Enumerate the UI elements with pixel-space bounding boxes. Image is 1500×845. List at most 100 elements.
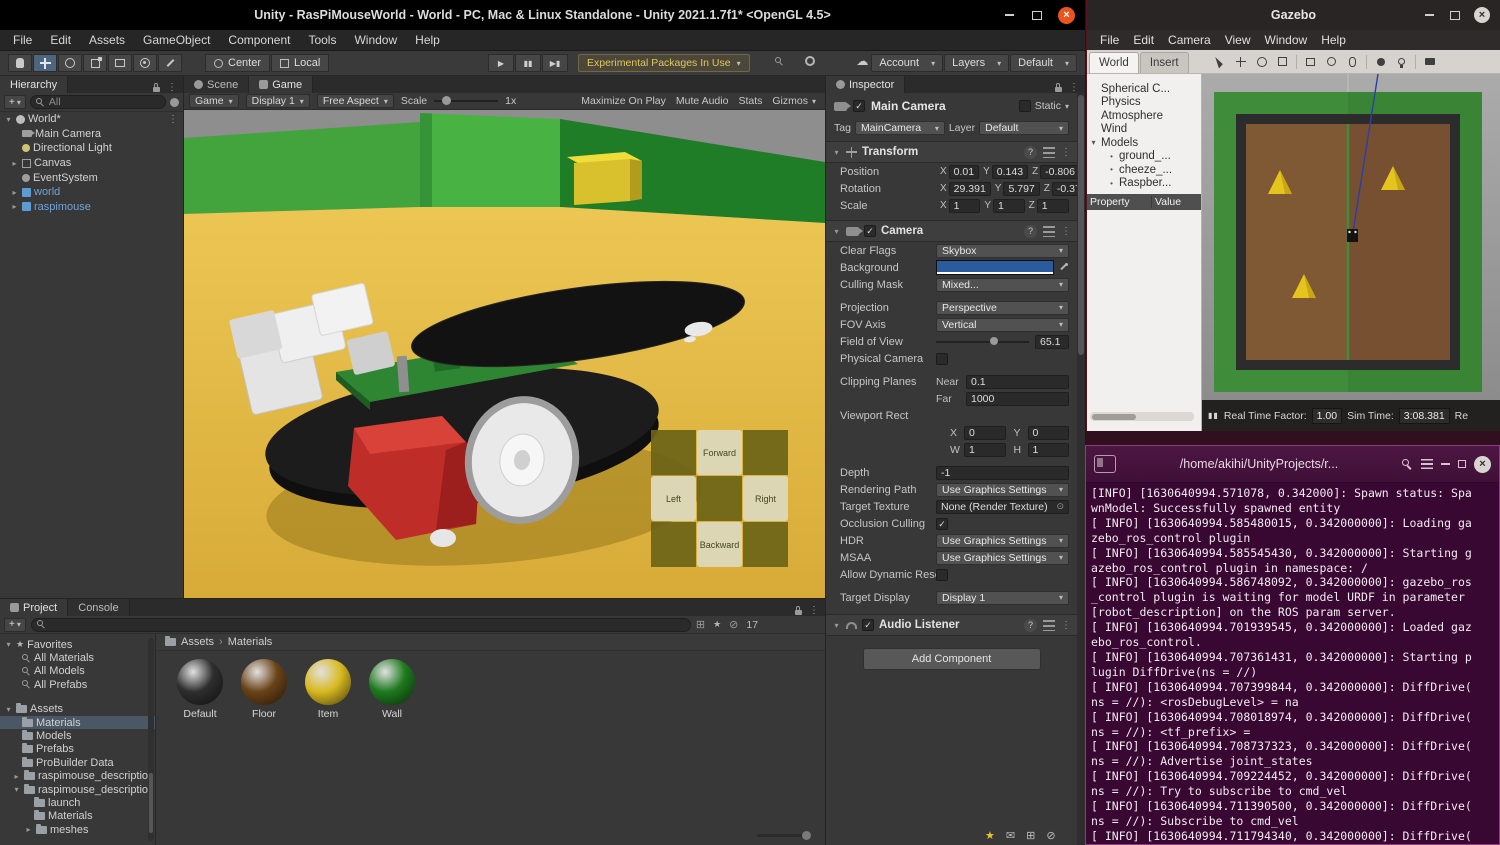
project-search-input[interactable] xyxy=(31,618,691,632)
asset-item-material[interactable]: Item xyxy=(297,659,359,720)
tree-item-physics[interactable]: Physics xyxy=(1087,96,1201,110)
hierarchy-item-eventsystem[interactable]: EventSystem xyxy=(0,170,183,185)
static-caret-icon[interactable]: ▾ xyxy=(1065,102,1069,111)
viewport-h-field[interactable]: 1 xyxy=(1028,443,1070,457)
folder-meshes[interactable]: ▸meshes xyxy=(0,823,155,836)
tree-item-atmosphere[interactable]: Atmosphere xyxy=(1087,109,1201,123)
box-shape-icon[interactable] xyxy=(1303,54,1318,69)
hierarchy-search-input[interactable]: All xyxy=(30,95,166,109)
tree-item-cheeze-maze[interactable]: •cheeze_... xyxy=(1087,163,1201,177)
rotate-tool-button[interactable] xyxy=(58,54,82,72)
enabled-checkbox[interactable]: ✓ xyxy=(853,100,865,112)
maximize-icon[interactable] xyxy=(1030,8,1044,22)
tag-dropdown[interactable]: MainCamera▾ xyxy=(855,121,945,135)
thumbnail-size-slider[interactable] xyxy=(757,834,811,837)
component-menu-icon[interactable]: ⋮ xyxy=(1061,226,1071,237)
menu-camera[interactable]: Camera xyxy=(1161,33,1218,47)
rotation-x-field[interactable]: 29.391 xyxy=(949,182,991,196)
preset-icon[interactable] xyxy=(1043,147,1055,158)
mute-audio-toggle[interactable]: Mute Audio xyxy=(676,95,729,107)
menu-component[interactable]: Component xyxy=(219,30,299,51)
favorite-all-materials[interactable]: All Materials xyxy=(0,651,155,664)
maximize-icon[interactable] xyxy=(1448,8,1462,22)
favorites-root[interactable]: ▾ ★ Favorites xyxy=(0,638,155,651)
panel-menu-icon[interactable]: ⋮ xyxy=(167,82,177,93)
menu-window[interactable]: Window xyxy=(345,30,406,51)
gazebo-titlebar[interactable]: Gazebo × xyxy=(1087,0,1500,30)
step-button[interactable]: ▶▮ xyxy=(542,54,568,72)
unity-titlebar[interactable]: Unity - RasPiMouseWorld - World - PC, Ma… xyxy=(0,0,1085,30)
select-tool-icon[interactable] xyxy=(1212,54,1227,69)
custom-tool-button[interactable] xyxy=(158,54,182,72)
tree-item-wind[interactable]: Wind xyxy=(1087,123,1201,137)
object-picker-icon[interactable]: ⊙ xyxy=(1056,501,1064,512)
alert-icon[interactable]: ★ xyxy=(985,829,995,842)
culling-mask-dropdown[interactable]: Mixed...▾ xyxy=(936,278,1069,292)
add-component-button[interactable]: Add Component xyxy=(863,648,1041,670)
tab-console[interactable]: Console xyxy=(68,599,129,616)
preset-icon[interactable] xyxy=(1043,226,1055,237)
lock-icon[interactable] xyxy=(1055,87,1062,92)
audio-enabled-checkbox[interactable]: ✓ xyxy=(862,619,874,631)
folder-launch[interactable]: launch xyxy=(0,796,155,809)
gizmos-dropdown[interactable]: Gizmos▾ xyxy=(772,95,816,107)
folder-models[interactable]: Models xyxy=(0,729,155,742)
preset-icon[interactable] xyxy=(1043,620,1055,631)
point-light-icon[interactable] xyxy=(1373,54,1388,69)
dynamic-resolution-checkbox[interactable] xyxy=(936,569,948,581)
hierarchy-item-canvas[interactable]: ▸ Canvas xyxy=(0,156,183,171)
far-clip-field[interactable]: 1000 xyxy=(966,392,1069,406)
right-button[interactable]: Right xyxy=(743,476,788,521)
display-dropdown[interactable]: Display 1▾ xyxy=(246,94,310,108)
eyedropper-icon[interactable] xyxy=(1058,262,1069,273)
message-icon[interactable]: ✉ xyxy=(1006,829,1015,842)
tab-scene[interactable]: Scene xyxy=(184,76,249,93)
minimize-icon[interactable] xyxy=(1002,8,1016,22)
scale-y-field[interactable]: 1 xyxy=(993,199,1025,213)
fov-slider[interactable] xyxy=(936,341,1029,343)
background-color-swatch[interactable] xyxy=(936,260,1054,275)
pause-button[interactable]: ▮▮ xyxy=(515,54,541,72)
projection-dropdown[interactable]: Perspective▾ xyxy=(936,301,1069,315)
search-icon[interactable] xyxy=(1402,459,1413,470)
tab-world[interactable]: World xyxy=(1089,52,1139,73)
rotation-z-field[interactable]: -0.373 xyxy=(1052,182,1077,196)
menu-edit[interactable]: Edit xyxy=(1126,33,1161,47)
menu-help[interactable]: Help xyxy=(1314,33,1353,47)
menu-help[interactable]: Help xyxy=(406,30,449,51)
layout-dropdown[interactable]: Default▾ xyxy=(1010,54,1077,72)
close-icon[interactable]: × xyxy=(1474,456,1491,473)
space-toggle-button[interactable]: Local xyxy=(271,54,329,72)
tree-item-models[interactable]: ▾Models xyxy=(1087,136,1201,150)
close-icon[interactable]: × xyxy=(1474,7,1490,23)
tab-inspector[interactable]: Inspector xyxy=(826,76,905,93)
tab-project[interactable]: Project xyxy=(0,599,68,616)
help-icon[interactable]: ? xyxy=(1024,225,1037,238)
hierarchy-item-world[interactable]: ▸ world xyxy=(0,185,183,200)
menu-file[interactable]: File xyxy=(1093,33,1126,47)
aspect-dropdown[interactable]: Free Aspect▾ xyxy=(317,94,394,108)
object-name[interactable]: Main Camera xyxy=(871,99,946,113)
fov-axis-dropdown[interactable]: Vertical▾ xyxy=(936,318,1069,332)
assets-root[interactable]: ▾ Assets xyxy=(0,703,155,716)
lock-icon[interactable] xyxy=(795,610,802,615)
pause-icon[interactable]: ▮▮ xyxy=(1208,411,1219,420)
target-texture-field[interactable]: None (Render Texture)⊙ xyxy=(936,500,1069,514)
hierarchy-item-directional-light[interactable]: Directional Light xyxy=(0,141,183,156)
asset-floor-material[interactable]: Floor xyxy=(233,659,295,720)
tree-item-spherical-coordinates[interactable]: Spherical C... xyxy=(1087,82,1201,96)
favorite-all-models[interactable]: All Models xyxy=(0,665,155,678)
terminal-output[interactable]: [INFO] [1630640994.571078, 0.342000]: Sp… xyxy=(1086,483,1499,844)
breadcrumb-current[interactable]: Materials xyxy=(228,636,273,648)
rotation-y-field[interactable]: 5.797 xyxy=(1003,182,1039,196)
msaa-dropdown[interactable]: Use Graphics Settings▾ xyxy=(936,551,1069,565)
folder-materials[interactable]: Materials xyxy=(0,716,155,729)
folder-raspimouse-description-2[interactable]: ▾raspimouse_descriptio xyxy=(0,783,155,796)
scene-picking-icon[interactable] xyxy=(170,98,179,107)
tab-insert[interactable]: Insert xyxy=(1140,52,1189,73)
create-object-button[interactable]: +▾ xyxy=(4,95,26,109)
scale-tool-button[interactable] xyxy=(83,54,107,72)
progress-icon[interactable]: ⊘ xyxy=(1046,829,1055,842)
backward-button[interactable]: Backward xyxy=(697,522,742,567)
translate-tool-icon[interactable] xyxy=(1233,54,1248,69)
